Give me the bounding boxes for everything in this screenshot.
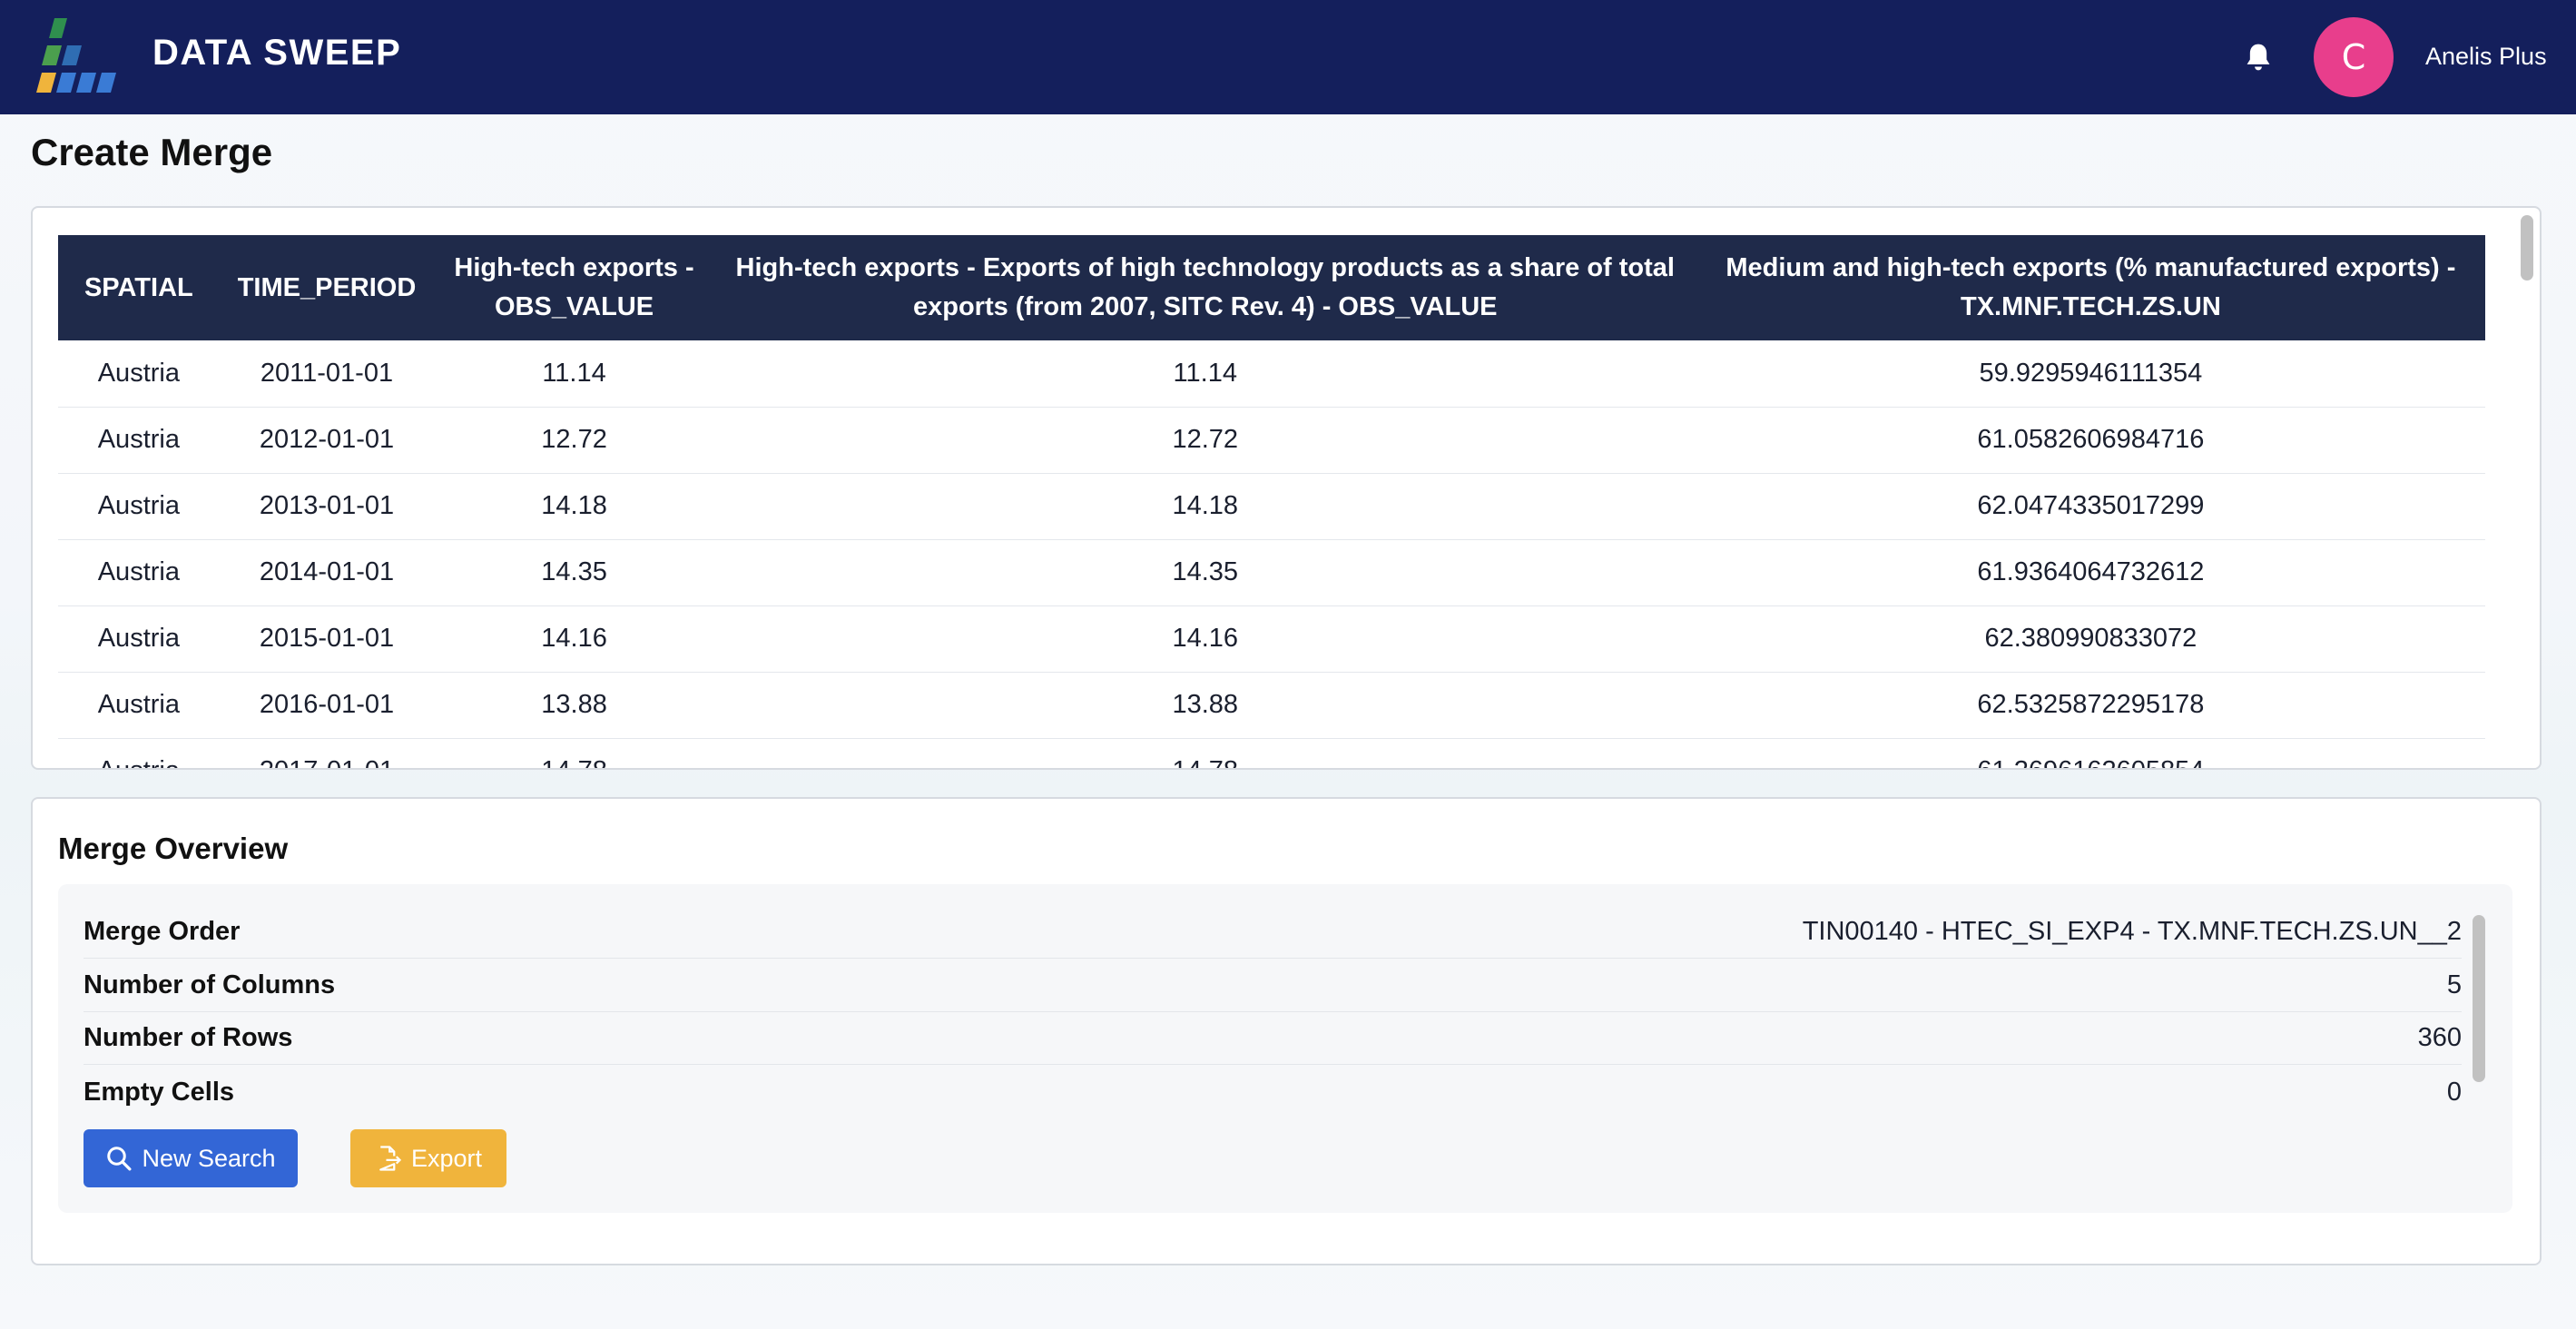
table-row: Austria 2013-01-01 14.18 14.18 62.047433… bbox=[58, 473, 2485, 540]
table-cell: 2016-01-01 bbox=[219, 672, 435, 739]
overview-label: Empty Cells bbox=[84, 1077, 234, 1107]
overview-value: 360 bbox=[2417, 1023, 2462, 1052]
table-body: Austria 2011-01-01 11.14 11.14 59.929594… bbox=[58, 340, 2485, 768]
table-row: Austria 2016-01-01 13.88 13.88 62.532587… bbox=[58, 672, 2485, 739]
overview-value: 0 bbox=[2446, 1077, 2462, 1107]
table-cell: 2014-01-01 bbox=[219, 539, 435, 606]
page-title: Create Merge bbox=[31, 131, 273, 173]
column-header-high-tech-exports[interactable]: High-tech exports - OBS_VALUE bbox=[434, 235, 714, 340]
table-cell: Austria bbox=[58, 672, 220, 739]
bell-icon[interactable] bbox=[2244, 42, 2273, 73]
merged-data-table: SPATIAL TIME_PERIOD High-tech exports - … bbox=[58, 235, 2485, 768]
table-scrollbar-thumb[interactable] bbox=[2521, 215, 2533, 281]
table-row: Austria 2015-01-01 14.16 14.16 62.380990… bbox=[58, 605, 2485, 673]
table-cell: 62.5325872295178 bbox=[1696, 672, 2485, 739]
table-cell: 13.88 bbox=[434, 672, 714, 739]
column-header-spatial[interactable]: SPATIAL bbox=[58, 235, 220, 340]
table-cell: 2012-01-01 bbox=[219, 407, 435, 474]
overview-row-number-of-columns: Number of Columns 5 bbox=[84, 960, 2462, 1012]
table-cell: 2011-01-01 bbox=[219, 340, 435, 408]
overview-value: TIN00140 - HTEC_SI_EXP4 - TX.MNF.TECH.ZS… bbox=[1802, 917, 2462, 946]
table-cell: 61.0582606984716 bbox=[1696, 407, 2485, 474]
table-cell: 13.88 bbox=[713, 672, 1696, 739]
table-cell: 2017-01-01 bbox=[219, 738, 435, 768]
table-cell: Austria bbox=[58, 605, 220, 673]
table-cell: 11.14 bbox=[434, 340, 714, 408]
merge-overview-title: Merge Overview bbox=[58, 832, 289, 865]
table-scroll-area[interactable]: SPATIAL TIME_PERIOD High-tech exports - … bbox=[58, 235, 2485, 768]
brand-name[interactable]: DATA SWEEP bbox=[152, 33, 401, 74]
overview-row-number-of-rows: Number of Rows 360 bbox=[84, 1012, 2462, 1065]
user-avatar[interactable]: C bbox=[2314, 17, 2394, 97]
table-cell: 62.380990833072 bbox=[1696, 605, 2485, 673]
table-row: Austria 2017-01-01 14.78 14.78 61.269616… bbox=[58, 738, 2485, 768]
table-cell: Austria bbox=[58, 539, 220, 606]
column-header-high-tech-exports-share[interactable]: High-tech exports - Exports of high tech… bbox=[713, 235, 1696, 340]
export-label: Export bbox=[410, 1144, 483, 1172]
table-cell: Austria bbox=[58, 473, 220, 540]
overview-row-merge-order: Merge Order TIN00140 - HTEC_SI_EXP4 - TX… bbox=[84, 906, 2462, 959]
overview-value: 5 bbox=[2446, 970, 2462, 999]
new-search-button[interactable]: New Search bbox=[84, 1129, 298, 1187]
table-cell: 14.35 bbox=[713, 539, 1696, 606]
table-cell: 2013-01-01 bbox=[219, 473, 435, 540]
table-row: Austria 2011-01-01 11.14 11.14 59.929594… bbox=[58, 340, 2485, 408]
table-row: Austria 2014-01-01 14.35 14.35 61.936406… bbox=[58, 539, 2485, 606]
table-cell: 62.0474335017299 bbox=[1696, 473, 2485, 540]
table-cell: 14.18 bbox=[713, 473, 1696, 540]
column-header-time-period[interactable]: TIME_PERIOD bbox=[219, 235, 435, 340]
new-search-label: New Search bbox=[142, 1144, 276, 1172]
merge-overview-card: Merge Overview Merge Order TIN00140 - HT… bbox=[31, 797, 2542, 1265]
merge-overview-panel: Merge Order TIN00140 - HTEC_SI_EXP4 - TX… bbox=[58, 884, 2512, 1213]
table-cell: Austria bbox=[58, 738, 220, 768]
overview-label: Number of Rows bbox=[84, 1023, 293, 1052]
table-cell: Austria bbox=[58, 407, 220, 474]
export-button[interactable]: Export bbox=[350, 1129, 506, 1187]
table-cell: 11.14 bbox=[713, 340, 1696, 408]
table-cell: 59.9295946111354 bbox=[1696, 340, 2485, 408]
top-navbar: DATA SWEEP C Anelis Plus bbox=[0, 0, 2576, 114]
table-cell: 14.18 bbox=[434, 473, 714, 540]
table-cell: 61.2696162605854 bbox=[1696, 738, 2485, 768]
username[interactable]: Anelis Plus bbox=[2425, 43, 2547, 71]
table-cell: 14.78 bbox=[434, 738, 714, 768]
table-row: Austria 2012-01-01 12.72 12.72 61.058260… bbox=[58, 407, 2485, 474]
table-cell: 12.72 bbox=[713, 407, 1696, 474]
table-cell: 14.16 bbox=[713, 605, 1696, 673]
table-cell: 14.35 bbox=[434, 539, 714, 606]
table-cell: 12.72 bbox=[434, 407, 714, 474]
overview-label: Merge Order bbox=[84, 917, 241, 946]
search-icon bbox=[107, 1147, 132, 1171]
avatar-initial: C bbox=[2341, 37, 2366, 77]
table-cell: 14.16 bbox=[434, 605, 714, 673]
table-cell: 14.78 bbox=[713, 738, 1696, 768]
table-cell: 2015-01-01 bbox=[219, 605, 435, 673]
table-cell: Austria bbox=[58, 340, 220, 408]
overview-scrollbar-thumb[interactable] bbox=[2473, 915, 2485, 1082]
merged-data-table-card: SPATIAL TIME_PERIOD High-tech exports - … bbox=[31, 206, 2542, 770]
column-header-medium-high-tech-exports[interactable]: Medium and high-tech exports (% manufact… bbox=[1696, 235, 2485, 340]
data-sweep-logo[interactable] bbox=[36, 18, 123, 96]
table-scrollbar[interactable] bbox=[2518, 208, 2540, 768]
table-header-row: SPATIAL TIME_PERIOD High-tech exports - … bbox=[58, 235, 2485, 340]
table-cell: 61.9364064732612 bbox=[1696, 539, 2485, 606]
overview-label: Number of Columns bbox=[84, 970, 336, 999]
file-export-icon bbox=[379, 1146, 402, 1171]
overview-row-empty-cells: Empty Cells 0 bbox=[84, 1066, 2462, 1118]
